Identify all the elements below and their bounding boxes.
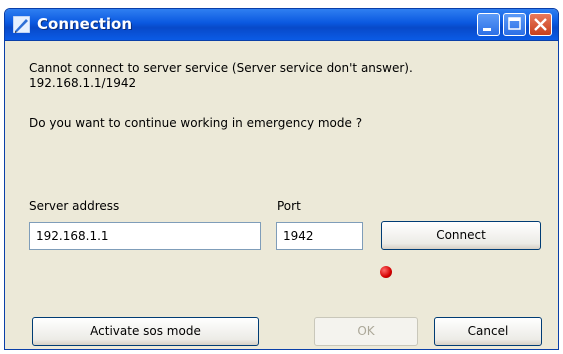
close-icon (534, 18, 547, 31)
activate-sos-button[interactable]: Activate sos mode (32, 317, 259, 346)
server-address-label: Server address (29, 199, 120, 213)
connection-app-icon (13, 16, 30, 33)
minimize-button[interactable] (477, 13, 500, 36)
maximize-button[interactable] (503, 13, 526, 36)
ok-button[interactable]: OK (314, 317, 418, 346)
close-button[interactable] (529, 13, 552, 36)
port-input[interactable] (276, 222, 363, 250)
connection-status-indicator (380, 266, 392, 278)
window-title: Connection (37, 15, 133, 33)
connection-dialog: Connection Cannot connect to server serv… (4, 8, 559, 350)
title-bar[interactable]: Connection (5, 9, 558, 41)
server-endpoint-text: 192.168.1.1/1942 (29, 76, 137, 90)
error-message: Cannot connect to server service (Server… (29, 61, 413, 75)
cancel-button[interactable]: Cancel (434, 317, 542, 346)
maximize-icon (508, 17, 521, 30)
port-label: Port (277, 199, 301, 213)
connect-button[interactable]: Connect (381, 221, 541, 250)
emergency-question: Do you want to continue working in emerg… (29, 116, 363, 130)
minimize-icon (483, 28, 491, 31)
server-address-input[interactable] (29, 222, 261, 250)
